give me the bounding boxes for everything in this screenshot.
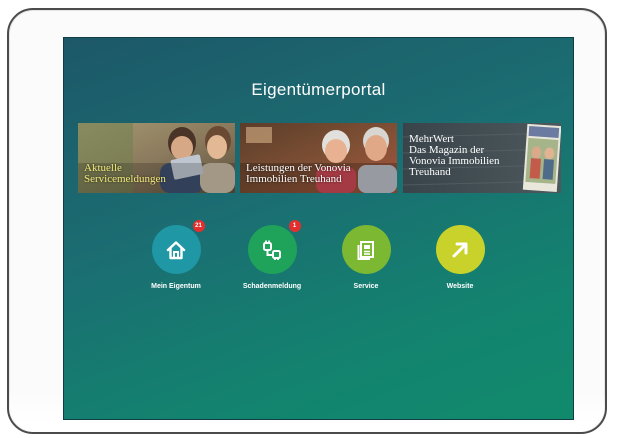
website-circle[interactable] [435,225,485,274]
schadenmeldung-label: Schadenmeldung [242,283,302,290]
page-title: Eigentümerportal [251,80,386,99]
schadenmeldung-button[interactable]: 1 Schadenmeldung [222,220,322,290]
tile-leistungen[interactable]: Leistungen der Vonovia Immobilien Treuha… [240,123,397,193]
mein-eigentum-label: Mein Eigentum [151,283,201,290]
schadenmeldung-circle[interactable]: 1 [247,220,301,274]
service-button[interactable]: Service [316,225,416,290]
mein-eigentum-button[interactable]: 21 Mein Eigentum [126,220,226,290]
notification-badge: 1 [288,220,301,232]
arrow-up-right-icon [452,242,468,257]
tile-leistungen-caption: Leistungen der Vonovia Immobilien Treuha… [246,162,351,185]
service-label: Service [353,283,379,290]
tile-magazin[interactable]: MehrWert Das Magazin der Vonovia Immobil… [403,123,561,193]
website-label: Website [446,283,474,290]
notification-badge: 21 [192,220,205,232]
tile-magazin-caption: MehrWert Das Magazin der Vonovia Immobil… [409,133,500,178]
portal-screen: Eigentümerportal Aktuelle Servicemeldung… [63,37,574,420]
website-button[interactable]: Website [410,225,510,290]
plug-icon [263,240,281,260]
tile-servicemeldungen-caption: Aktuelle Servicemeldungen [84,162,166,185]
mein-eigentum-circle[interactable]: 21 [151,220,205,274]
tile-servicemeldungen[interactable]: Aktuelle Servicemeldungen [78,123,235,193]
document-icon [357,240,374,260]
house-icon [166,240,186,259]
service-circle[interactable] [341,225,391,274]
